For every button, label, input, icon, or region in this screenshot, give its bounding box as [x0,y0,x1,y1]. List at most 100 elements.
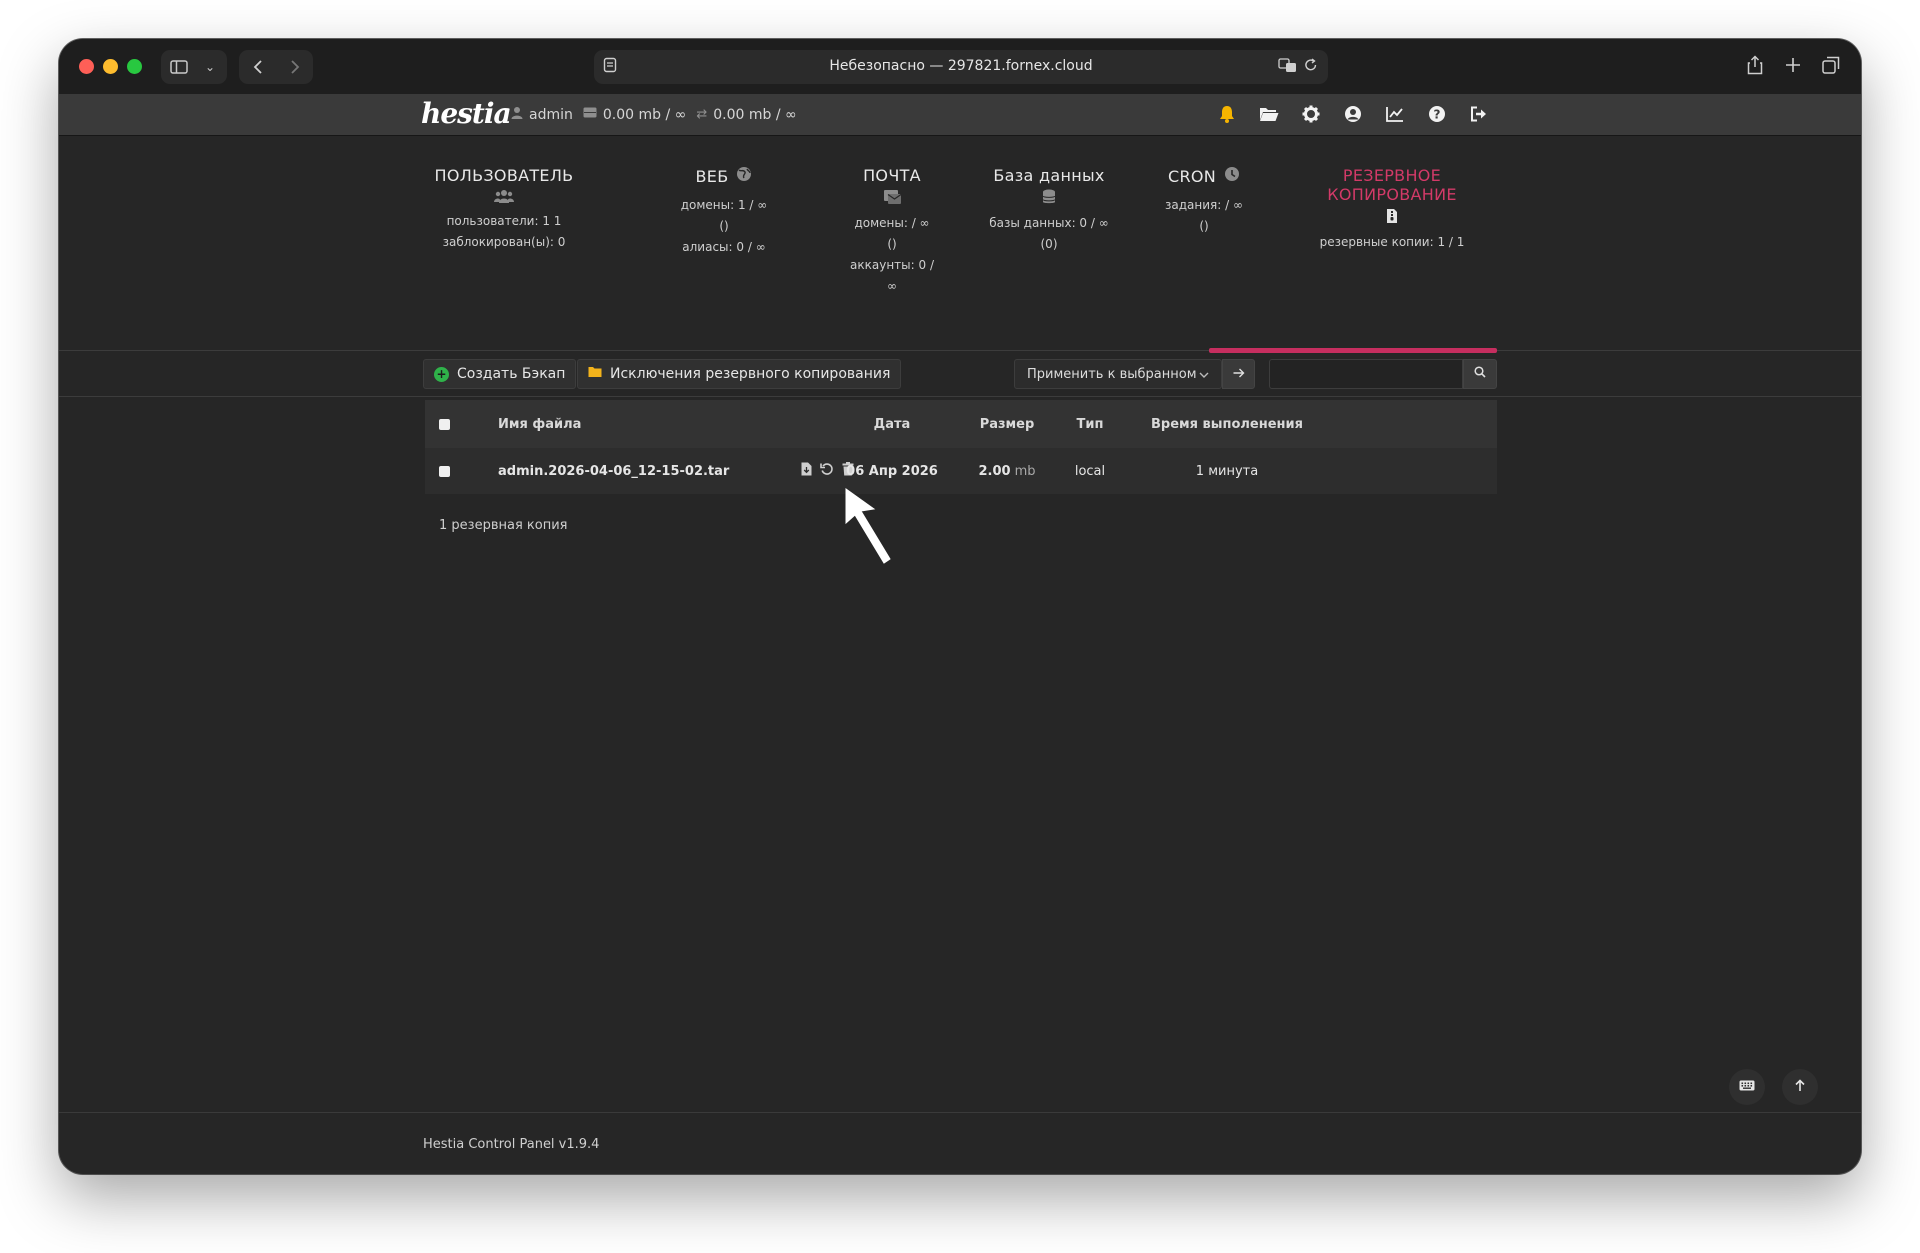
bulk-action-label: Применить к выбранном [1027,366,1197,382]
row-type: local [1074,463,1106,479]
chevron-down-icon [1199,368,1209,381]
tab-web-line1: домены: 1 / ∞ [680,198,768,212]
tab-user-label: ПОЛЬЗОВАТЕЛЬ [434,166,574,185]
tab-cron-line1: задания: / ∞ [1165,198,1243,212]
forward-icon[interactable] [276,59,313,75]
tab-web-line2: () [719,219,729,233]
backup-exclusions-button[interactable]: Исключения резервного копирования [577,359,902,389]
row-runtime: 1 минута [1195,463,1259,479]
select-all-checkbox[interactable] [439,400,450,448]
page-footer: Hestia Control Panel v1.9.4 [59,1112,1861,1174]
row-checkbox[interactable] [439,448,450,494]
database-icon [984,189,1114,209]
tabs-icon[interactable] [1816,50,1846,80]
arrow-up-icon [1795,1078,1805,1096]
create-backup-button[interactable]: + Создать Бэкап [423,359,577,389]
header-type[interactable]: Тип [1055,400,1125,448]
tab-database-line1: базы данных: 0 / ∞ [989,216,1109,230]
tab-mail-line1: домены: / ∞ [854,216,930,230]
sidebar-toggle-group: ⌄ [161,50,227,84]
bell-icon[interactable] [1215,102,1239,126]
tab-backup[interactable]: РЕЗЕРВНОЕ КОПИРОВАНИЕ резервные копии: 1… [1287,166,1497,249]
header-user[interactable]: admin [511,106,573,123]
header-disk-usage: 0.00 mb / ∞ [602,106,687,123]
tab-cron[interactable]: CRON задания: / ∞ () [1154,166,1254,234]
tab-backup-label: РЕЗЕРВНОЕ КОПИРОВАНИЕ [1327,166,1457,204]
address-bar[interactable]: Небезопасно — 297821.fornex.cloud [594,50,1328,84]
browser-window: ⌄ Небезопасно — 297821.fornex.cloud hest… [59,39,1861,1174]
chevron-down-icon[interactable]: ⌄ [197,60,223,74]
download-icon[interactable] [801,462,812,480]
user-circle-icon[interactable] [1341,102,1365,126]
translate-icon[interactable] [1278,57,1298,77]
tab-user-line2: заблокирован(ы): 0 [442,235,566,249]
apply-bulk-button[interactable] [1222,359,1255,389]
header-icons: ? [1215,102,1491,126]
folder-icon[interactable] [1257,102,1281,126]
file-archive-icon [1287,208,1497,228]
bulk-action-select[interactable]: Применить к выбранном [1014,359,1222,389]
globe-icon [736,166,752,186]
tab-cron-label: CRON [1167,166,1217,186]
search-input[interactable] [1269,359,1463,389]
tab-mail-line4: ∞ [887,279,897,293]
tab-user-line1: пользователи: 1 1 [446,214,562,228]
user-icon [511,106,523,123]
keyboard-icon [1739,1079,1755,1095]
stats-tabs: ПОЛЬЗОВАТЕЛЬ пользователи: 1 1 заблокиро… [59,136,1861,353]
tab-cron-line2: () [1199,219,1209,233]
maximize-window-button[interactable] [127,59,142,74]
url-text: Небезопасно — 297821.fornex.cloud [829,58,1093,74]
table-row: admin.2026-04-06_12-15-02.tar 06 Апр 202… [425,448,1497,494]
hestia-logo[interactable]: hestia [421,97,512,130]
back-icon[interactable] [239,59,276,75]
tab-mail-line3: аккаунты: 0 / [850,258,934,272]
header-runtime[interactable]: Время выполенения [1137,400,1317,448]
header-filename[interactable]: Имя файла [498,400,581,448]
tab-user[interactable]: ПОЛЬЗОВАТЕЛЬ пользователи: 1 1 заблокиро… [429,166,579,249]
help-icon[interactable]: ? [1425,102,1449,126]
tab-web-line3: алиасы: 0 / ∞ [682,240,766,254]
scroll-top-button[interactable] [1782,1069,1818,1105]
hestia-header: hestia admin 0.00 mb / ∞ ⇄ 0.00 mb / ∞ ? [59,94,1861,136]
row-size-unit: mb [1014,463,1036,479]
plus-icon[interactable] [1778,50,1808,80]
users-icon [429,189,579,207]
header-username: admin [529,106,573,123]
minimize-window-button[interactable] [103,59,118,74]
header-size[interactable]: Размер [957,400,1057,448]
create-backup-label: Создать Бэкап [457,366,566,382]
logout-icon[interactable] [1467,102,1491,126]
sidebar-icon[interactable] [161,60,197,74]
action-toolbar: + Создать Бэкап Исключения резервного ко… [59,351,1861,397]
tab-database-line2: (0) [1040,237,1058,251]
footer-version: Hestia Control Panel v1.9.4 [423,1137,600,1152]
share-icon[interactable] [1740,50,1770,80]
tab-mail[interactable]: ПОЧТА домены: / ∞ () аккаунты: 0 / ∞ [839,166,945,293]
backup-exclusions-label: Исключения резервного копирования [610,366,891,382]
gear-icon[interactable] [1299,102,1323,126]
tab-backup-line1: резервные копии: 1 / 1 [1319,235,1465,249]
chart-icon[interactable] [1383,102,1407,126]
folder-icon [588,366,602,382]
header-date[interactable]: Дата [837,400,947,448]
navigation-group [239,50,313,84]
clock-icon [1224,166,1240,186]
tab-database[interactable]: База данных базы данных: 0 / ∞ (0) [984,166,1114,251]
exchange-icon: ⇄ [696,107,708,122]
header-bandwidth: ⇄ 0.00 mb / ∞ [696,107,796,123]
backup-count: 1 резервная копия [439,518,568,533]
keyboard-shortcuts-button[interactable] [1729,1069,1765,1105]
arrow-right-icon [1233,366,1245,382]
close-window-button[interactable] [79,59,94,74]
tab-web-label: ВЕБ [695,166,729,186]
mouse-cursor-icon [844,487,892,569]
svg-text:?: ? [1434,108,1441,122]
tab-web[interactable]: ВЕБ домены: 1 / ∞ () алиасы: 0 / ∞ [669,166,779,255]
browser-titlebar: ⌄ Небезопасно — 297821.fornex.cloud [59,39,1861,94]
tab-mail-line2: () [887,237,897,251]
row-filename[interactable]: admin.2026-04-06_12-15-02.tar [498,448,729,494]
restore-icon[interactable] [820,462,834,480]
reload-icon[interactable] [1304,57,1318,77]
search-button[interactable] [1463,359,1497,389]
